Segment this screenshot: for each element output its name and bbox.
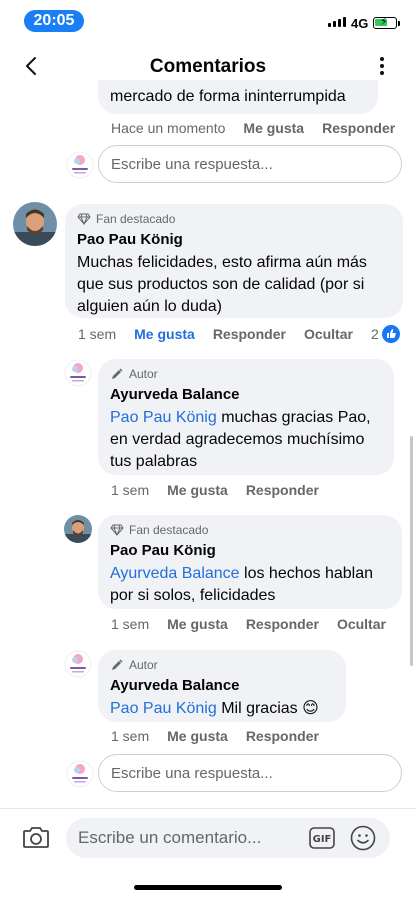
- comment-time: 1 sem: [111, 482, 150, 498]
- like-button[interactable]: Me gusta: [167, 728, 228, 744]
- more-vertical-icon[interactable]: [374, 55, 390, 77]
- reply-actions-2: 1 sem Me gusta Responder Ocultar: [111, 616, 386, 632]
- badge-row: Fan destacado: [77, 212, 391, 226]
- comment-time: 1 sem: [111, 616, 150, 632]
- mention-link[interactable]: Pao Pau König: [110, 700, 217, 717]
- reply-text: Pao Pau König Mil gracias 😊: [110, 698, 334, 720]
- reply-button[interactable]: Responder: [246, 616, 319, 632]
- author-name[interactable]: Pao Pau König: [77, 231, 391, 248]
- like-button[interactable]: Me gusta: [167, 482, 228, 498]
- brand-logo-icon: [66, 760, 94, 788]
- emoji-icon[interactable]: [350, 825, 376, 851]
- like-reaction-icon[interactable]: [381, 325, 400, 343]
- scrollbar[interactable]: [410, 436, 413, 666]
- reply-actions-3: 1 sem Me gusta Responder: [111, 728, 337, 744]
- author-pen-icon: [112, 659, 123, 670]
- battery-tip: [398, 21, 400, 26]
- reaction-count[interactable]: 2: [371, 326, 379, 342]
- comment-text: Muchas felicidades, esto afirma aún más …: [77, 254, 367, 315]
- home-indicator[interactable]: [134, 885, 282, 890]
- gif-label: GIF: [313, 834, 332, 845]
- comment-bubble-main: Fan destacado Pao Pau König Muchas felic…: [65, 204, 403, 318]
- comment-actions-main: 1 sem Me gusta Responder Ocultar 2: [78, 325, 403, 343]
- like-button[interactable]: Me gusta: [243, 120, 304, 136]
- comment-input[interactable]: Escribe un comentario...: [66, 818, 390, 858]
- comment-text: mercado de forma ininterrumpida: [110, 88, 346, 105]
- reply-input-bottom[interactable]: Escribe una respuesta...: [98, 754, 402, 792]
- mention-link[interactable]: Ayurveda Balance: [110, 565, 240, 582]
- status-time: 20:05: [24, 10, 84, 32]
- avatar-pao[interactable]: [13, 202, 57, 246]
- reply-bubble-2: Fan destacado Pao Pau König Ayurveda Bal…: [98, 515, 402, 609]
- brand-logo-icon: [64, 650, 92, 678]
- reply-bubble-1: Autor Ayurveda Balance Pao Pau König muc…: [98, 359, 394, 475]
- comment-time: 1 sem: [111, 728, 150, 744]
- author-name[interactable]: Ayurveda Balance: [110, 386, 382, 403]
- brand-logo-icon: [66, 151, 94, 179]
- reply-actions-1: 1 sem Me gusta Responder: [111, 482, 337, 498]
- badge-row: Fan destacado: [110, 523, 390, 537]
- status-bar: 20:05 4G ⚡: [0, 0, 416, 44]
- signal-icon: [328, 17, 346, 27]
- comment-time: Hace un momento: [111, 120, 226, 136]
- mention-link[interactable]: Pao Pau König: [110, 409, 217, 426]
- gif-icon[interactable]: GIF: [309, 827, 335, 849]
- camera-icon[interactable]: [22, 825, 50, 849]
- reply-body: Mil gracias 😊: [216, 700, 319, 717]
- reply-button[interactable]: Responder: [322, 120, 395, 136]
- like-button[interactable]: Me gusta: [134, 326, 195, 342]
- reply-button[interactable]: Responder: [246, 728, 319, 744]
- page-title: Comentarios: [149, 56, 267, 77]
- badge-row: Autor: [110, 367, 382, 381]
- reply-bubble-3: Autor Ayurveda Balance Pao Pau König Mil…: [98, 650, 346, 722]
- author-badge: Autor: [129, 658, 158, 672]
- author-badge: Autor: [129, 367, 158, 381]
- hide-button[interactable]: Ocultar: [337, 616, 386, 632]
- badge-row: Autor: [110, 658, 334, 672]
- battery-icon: ⚡: [373, 16, 397, 29]
- author-name[interactable]: Ayurveda Balance: [110, 677, 334, 694]
- author-pen-icon: [112, 368, 123, 379]
- brand-logo-icon: [64, 359, 92, 387]
- comment-bubble-partial: mercado de forma ininterrumpida: [98, 80, 378, 114]
- network-type: 4G: [351, 16, 369, 31]
- avatar-pao-small[interactable]: [64, 515, 92, 543]
- reply-button[interactable]: Responder: [246, 482, 319, 498]
- diamond-icon: [110, 524, 124, 536]
- reply-input-top[interactable]: Escribe una respuesta...: [98, 145, 402, 183]
- fan-badge: Fan destacado: [96, 212, 176, 226]
- reply-text: Pao Pau König muchas gracias Pao, en ver…: [110, 407, 382, 473]
- fan-badge: Fan destacado: [129, 523, 209, 537]
- diamond-icon: [77, 213, 91, 225]
- like-button[interactable]: Me gusta: [167, 616, 228, 632]
- reply-text: Ayurveda Balance los hechos hablan por s…: [110, 563, 390, 607]
- author-name[interactable]: Pao Pau König: [110, 542, 390, 559]
- comment-actions-partial: Hace un momento Me gusta Responder: [111, 120, 413, 136]
- hide-button[interactable]: Ocultar: [304, 326, 353, 342]
- reply-button[interactable]: Responder: [213, 326, 286, 342]
- comment-time: 1 sem: [78, 326, 117, 342]
